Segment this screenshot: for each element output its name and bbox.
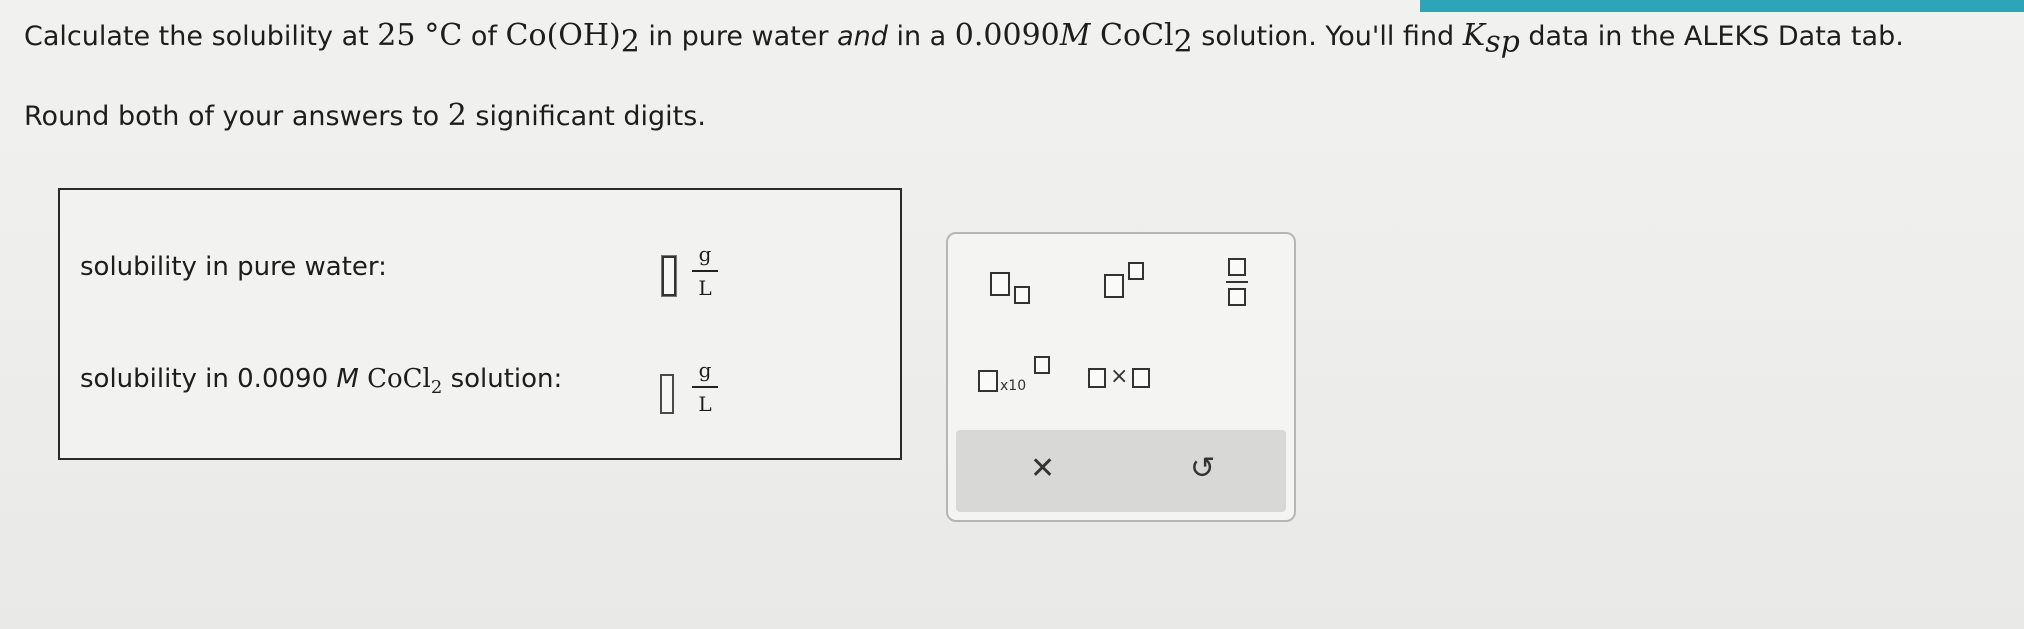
close-icon: ✕ [1030, 451, 1056, 486]
left-operand-box-icon [1088, 368, 1106, 388]
cocl2-solubility-input[interactable] [660, 374, 674, 414]
molarity-symbol: M [336, 364, 359, 394]
question-part: data in the ALEKS Data tab. [1519, 21, 1904, 52]
unit-numerator: g [698, 242, 712, 266]
superscript-base-box-icon [1104, 274, 1124, 298]
fraction-bar-icon [1226, 281, 1248, 283]
cocl2-solution-label: solubility in 0.0090 M CoCl2 solution: [80, 364, 562, 398]
rounding-instruction: Round both of your answers to 2 signific… [24, 98, 706, 133]
scientific-notation-button[interactable]: x10 [978, 356, 1064, 396]
instruction-part: significant digits. [466, 101, 706, 132]
significant-digits-count: 2 [447, 98, 467, 133]
compound-subscript: 2 [620, 24, 640, 60]
pure-water-label: solubility in pure water: [80, 252, 387, 282]
subscript-base-box-icon [990, 272, 1010, 296]
fraction-button[interactable] [1224, 258, 1254, 312]
ksp-subscript: sp [1485, 24, 1520, 60]
unit-fraction-g-per-l: g L [692, 358, 718, 416]
concentration-unit: M [1059, 18, 1091, 53]
top-accent-bar [1420, 0, 2024, 12]
pure-water-solubility-input[interactable] [662, 256, 676, 296]
unit-numerator: g [698, 358, 712, 382]
temperature-value: 25 [377, 18, 416, 53]
numerator-box-icon [1228, 258, 1246, 276]
fraction-bar [692, 270, 718, 272]
times-symbol: × [1110, 364, 1129, 389]
subscript-box-icon [1014, 286, 1030, 304]
question-text: Calculate the solubility at 25 °C of Co(… [24, 18, 1904, 59]
compound-formula: Co(OH) [505, 18, 621, 53]
subscript-button[interactable] [990, 268, 1050, 308]
multiply-button[interactable]: × [1088, 364, 1168, 394]
unit-fraction-g-per-l: g L [692, 242, 718, 300]
instruction-part: Round both of your answers to [24, 101, 448, 132]
superscript-box-icon [1128, 262, 1144, 280]
question-part: Calculate the solubility at [24, 21, 378, 52]
cocl2-label-part: solubility in 0.0090 [80, 364, 337, 394]
pure-water-label-text: solubility in pure water: [80, 252, 387, 282]
clear-button[interactable]: ✕ [1016, 444, 1076, 498]
question-part: of [462, 21, 506, 52]
question-emphasis: and [837, 21, 888, 52]
denominator-box-icon [1228, 288, 1246, 306]
unit-denominator: L [698, 392, 712, 416]
question-part: in a [887, 21, 955, 52]
ksp-symbol: K [1462, 18, 1486, 53]
undo-icon: ↺ [1190, 451, 1216, 486]
superscript-button[interactable] [1104, 262, 1164, 302]
mantissa-box-icon [978, 370, 998, 392]
undo-button[interactable]: ↺ [1176, 444, 1236, 498]
question-part: solution. You'll find [1192, 21, 1463, 52]
right-operand-box-icon [1132, 368, 1150, 388]
salt-formula: CoCl [367, 364, 431, 394]
salt-subscript: 2 [1173, 24, 1193, 60]
question-part: in pure water [639, 21, 838, 52]
fraction-bar [692, 386, 718, 388]
concentration-value: 0.0090 [954, 18, 1060, 53]
salt-formula: CoCl [1100, 18, 1174, 53]
temperature-unit: °C [424, 18, 463, 53]
exponent-box-icon [1034, 356, 1050, 374]
answer-panel: solubility in pure water: g L solubility… [58, 188, 902, 460]
unit-denominator: L [698, 276, 712, 300]
x10-label: x10 [1000, 378, 1027, 394]
salt-subscript: 2 [430, 377, 443, 399]
math-keypad: x10 × ✕ ↺ [946, 232, 1296, 522]
cocl2-label-part: solution: [442, 364, 563, 394]
keypad-action-bar: ✕ ↺ [956, 430, 1286, 512]
